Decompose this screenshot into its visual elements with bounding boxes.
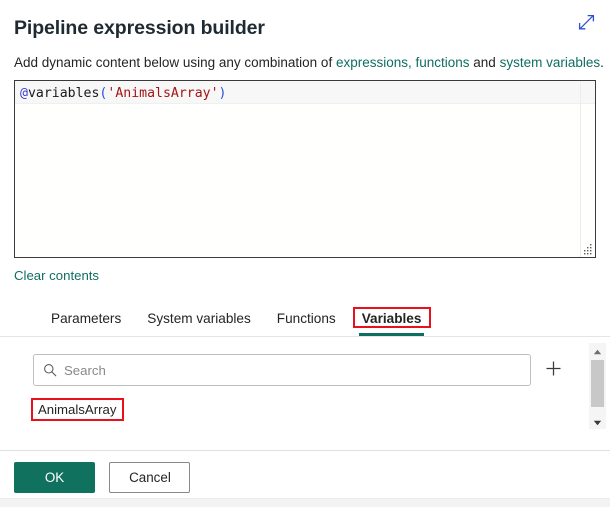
link-expressions-functions[interactable]: expressions, functions bbox=[336, 55, 470, 70]
editor-scrollbar-track[interactable] bbox=[580, 81, 595, 257]
caret-down-icon bbox=[593, 413, 602, 431]
cancel-button[interactable]: Cancel bbox=[109, 462, 191, 493]
token-string-literal: 'AnimalsArray' bbox=[107, 86, 219, 101]
expression-editor-wrap: @variables('AnimalsArray') bbox=[14, 80, 596, 258]
tabs-container: Parameters System variables Functions Va… bbox=[0, 307, 610, 337]
search-input[interactable] bbox=[64, 362, 521, 378]
token-at: @ bbox=[20, 86, 28, 101]
expand-diagonal-icon[interactable] bbox=[572, 8, 600, 36]
subtitle-prefix: Add dynamic content below using any comb… bbox=[14, 55, 336, 70]
clear-contents-link[interactable]: Clear contents bbox=[14, 268, 99, 283]
expand-diagonal-icon-svg bbox=[578, 14, 594, 29]
link-system-variables[interactable]: system variables bbox=[500, 55, 601, 70]
tab-system-variables[interactable]: System variables bbox=[134, 307, 264, 336]
plus-icon bbox=[545, 360, 562, 380]
search-icon bbox=[43, 363, 57, 377]
expression-editor[interactable]: @variables('AnimalsArray') bbox=[14, 80, 596, 258]
scrollbar-up-button[interactable] bbox=[589, 343, 606, 358]
variable-item-label: AnimalsArray bbox=[38, 402, 117, 417]
token-close-paren: ) bbox=[218, 86, 227, 101]
search-row bbox=[0, 337, 610, 386]
scrollbar-down-button[interactable] bbox=[589, 414, 606, 429]
subtitle-suffix: . bbox=[600, 55, 604, 70]
add-variable-button[interactable] bbox=[541, 358, 565, 382]
variable-item-animalsarray[interactable]: AnimalsArray bbox=[33, 399, 122, 421]
tab-variables[interactable]: Variables bbox=[349, 307, 435, 336]
tabs-list: Parameters System variables Functions Va… bbox=[0, 307, 610, 336]
dialog-subtitle: Add dynamic content below using any comb… bbox=[0, 41, 610, 72]
scrollbar-thumb[interactable] bbox=[591, 360, 604, 407]
tab-parameters[interactable]: Parameters bbox=[38, 307, 134, 336]
tab-functions[interactable]: Functions bbox=[264, 307, 349, 336]
pipeline-expression-builder-dialog: Pipeline expression builder Add dynamic … bbox=[0, 0, 610, 507]
subtitle-middle: and bbox=[469, 55, 500, 70]
bottom-strip bbox=[0, 498, 610, 507]
page-title: Pipeline expression builder bbox=[14, 17, 265, 39]
search-box[interactable] bbox=[33, 354, 531, 386]
clear-contents-row: Clear contents bbox=[0, 258, 610, 285]
tab-panel-variables: AnimalsArray bbox=[0, 337, 610, 450]
scrollbar-track[interactable] bbox=[589, 358, 606, 414]
dialog-header: Pipeline expression builder bbox=[0, 0, 610, 41]
expression-editor-line: @variables('AnimalsArray') bbox=[15, 81, 595, 104]
panel-scrollbar[interactable] bbox=[588, 343, 606, 429]
variables-list: AnimalsArray bbox=[0, 386, 610, 421]
token-function-name: variables bbox=[27, 86, 100, 101]
ok-button[interactable]: OK bbox=[14, 462, 95, 493]
caret-up-icon bbox=[593, 342, 602, 360]
